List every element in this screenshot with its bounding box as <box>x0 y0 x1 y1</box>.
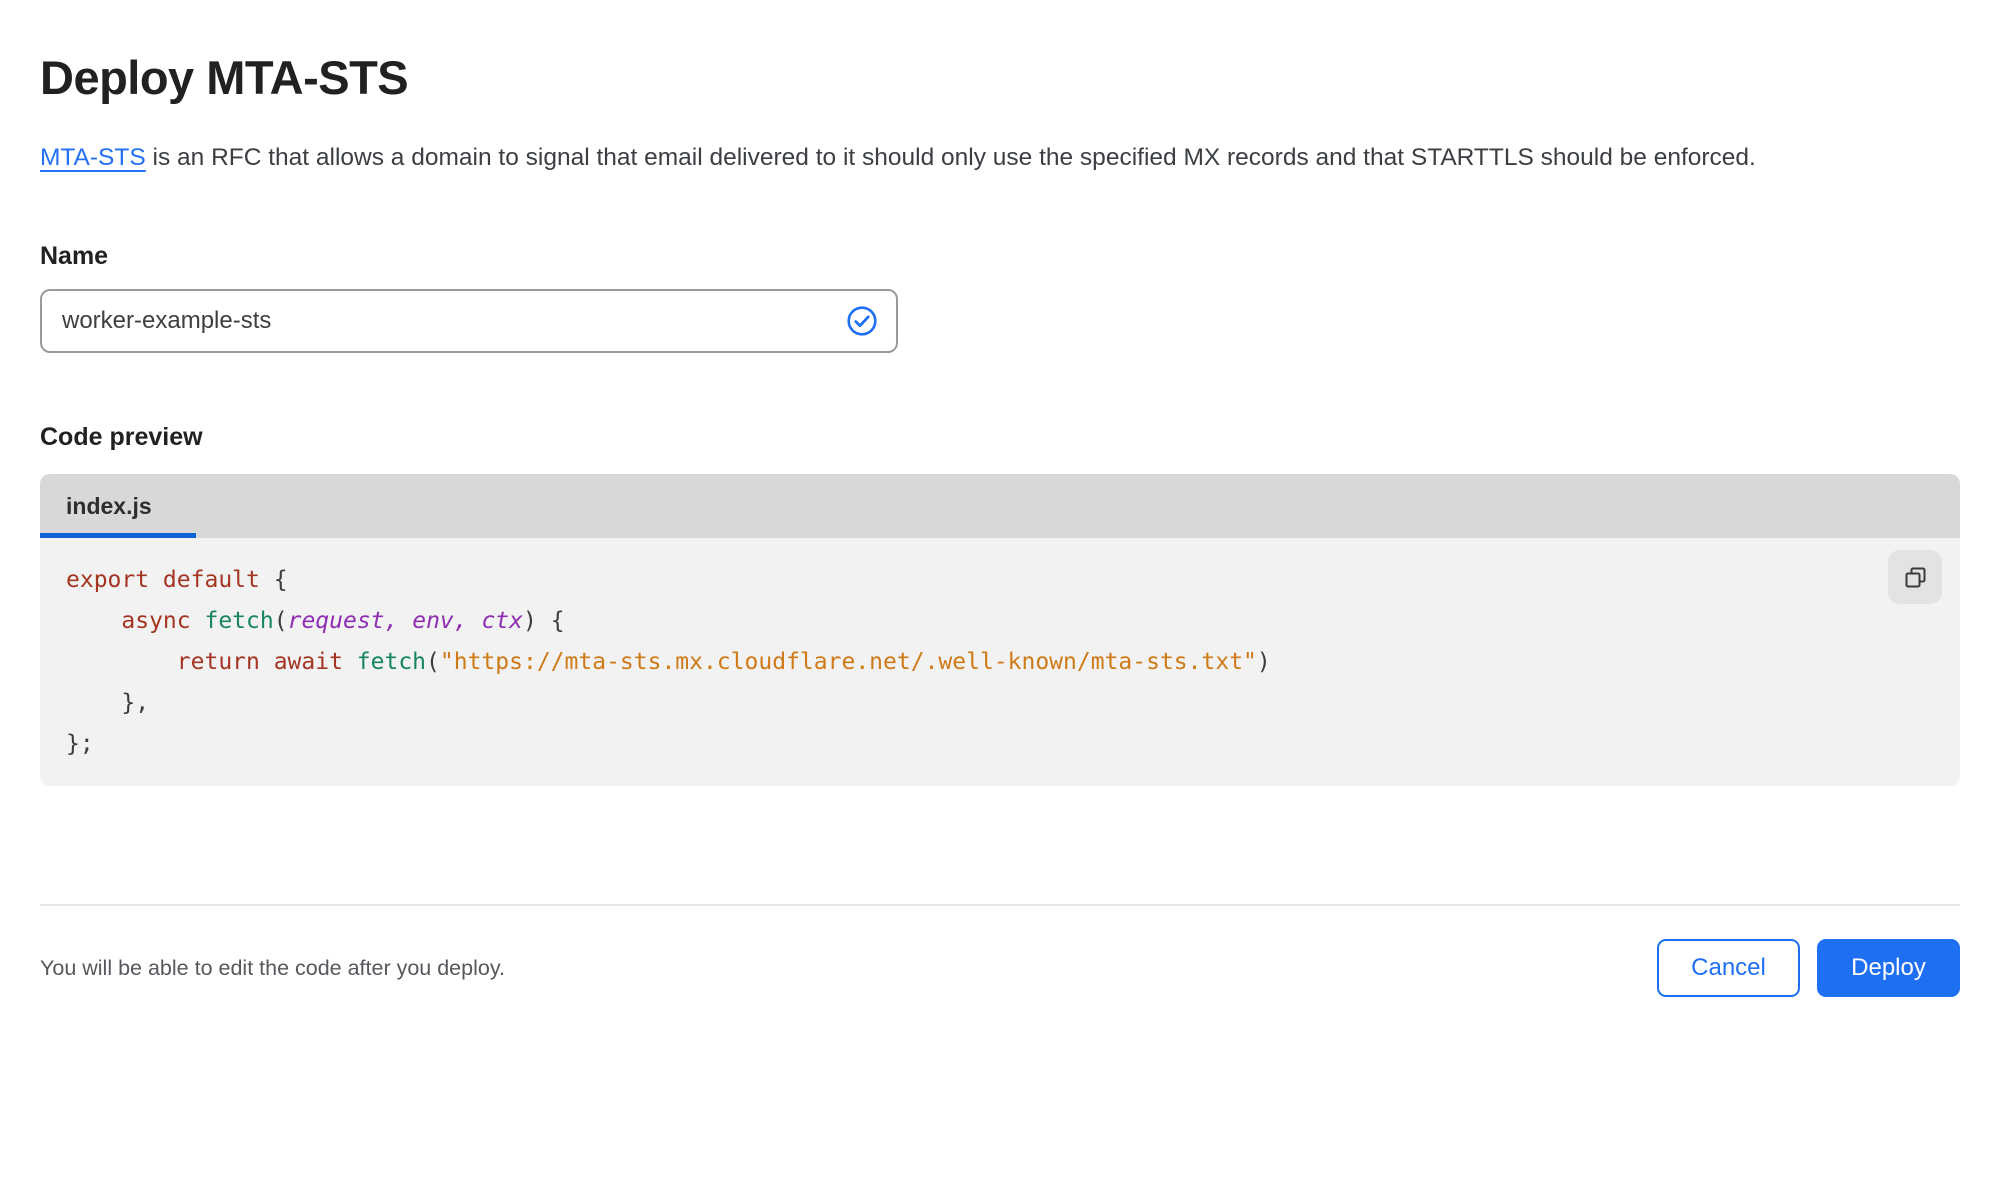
code-content: export default { async fetch(request, en… <box>40 538 1960 786</box>
tab-index-js[interactable]: index.js <box>40 474 192 538</box>
code-line: }; <box>66 731 94 757</box>
footer: You will be able to edit the code after … <box>40 939 1960 997</box>
code-line: export default { <box>66 567 288 593</box>
mta-sts-link[interactable]: MTA-STS <box>40 144 146 171</box>
code-preview-label: Code preview <box>40 423 203 451</box>
code-line: return await fetch("https://mta-sts.mx.c… <box>176 649 1271 675</box>
copy-icon[interactable] <box>1888 550 1942 604</box>
footer-actions: Cancel Deploy <box>1657 939 1960 997</box>
page-title: Deploy MTA-STS <box>40 51 409 104</box>
code-line: }, <box>66 690 150 716</box>
cancel-button[interactable]: Cancel <box>1657 939 1800 997</box>
check-circle-icon <box>846 305 878 337</box>
footer-note: You will be able to edit the code after … <box>40 955 505 980</box>
name-label: Name <box>40 242 109 270</box>
deploy-button[interactable]: Deploy <box>1817 939 1960 997</box>
tab-label: index.js <box>66 492 152 519</box>
deploy-mta-sts-page: Deploy MTA-STS MTA-STS is an RFC that al… <box>0 50 1999 1188</box>
code-tabbar: index.js <box>40 474 1960 538</box>
code-line: async fetch(request, env, ctx) { <box>121 608 565 634</box>
name-input[interactable] <box>62 307 846 335</box>
code-preview-card: index.js export default { async fetch(re… <box>40 474 1960 786</box>
name-input-container <box>40 289 898 353</box>
description-text: is an RFC that allows a domain to signal… <box>145 144 1756 171</box>
footer-divider <box>40 904 1960 906</box>
description: MTA-STS is an RFC that allows a domain t… <box>40 135 1935 180</box>
